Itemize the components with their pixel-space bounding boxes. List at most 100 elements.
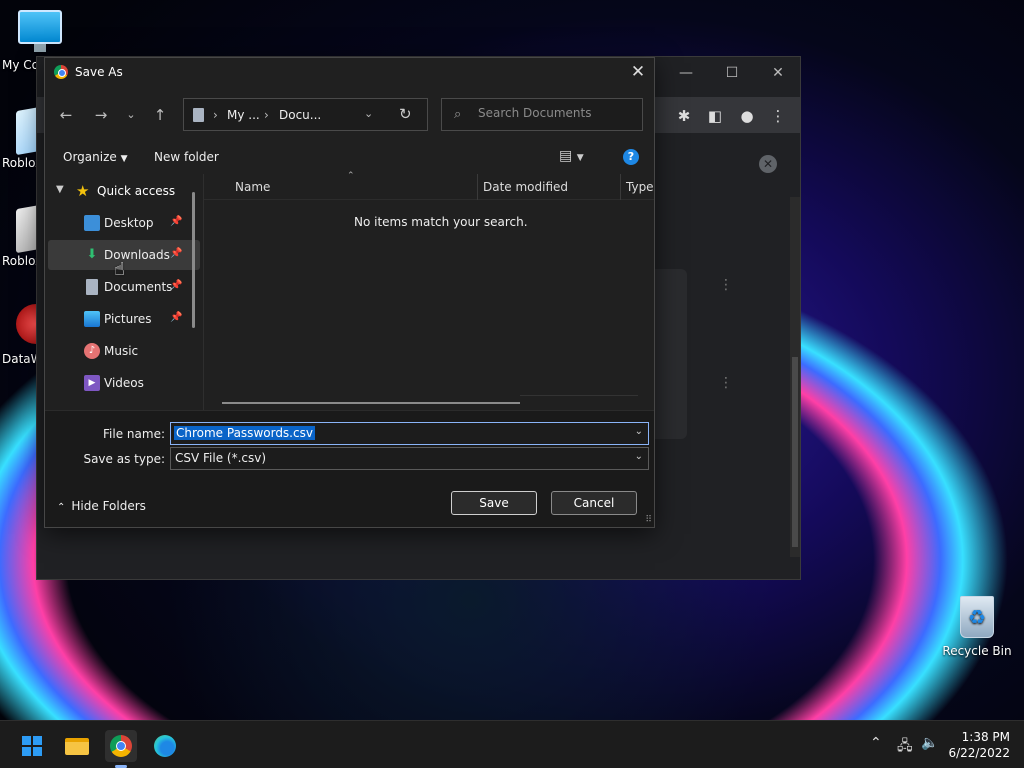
new-folder-button[interactable]: New folder bbox=[154, 150, 219, 164]
breadcrumb-item[interactable]: My ... bbox=[227, 108, 260, 122]
scroll-track bbox=[520, 395, 638, 396]
breadcrumb-item[interactable]: Docu... bbox=[279, 108, 321, 122]
chrome-icon bbox=[54, 65, 68, 79]
clock-date: 6/22/2022 bbox=[948, 746, 1010, 760]
recycle-bin-label: Recycle Bin bbox=[942, 644, 1012, 658]
chevron-down-icon[interactable]: ⌄ bbox=[635, 451, 643, 462]
organize-button[interactable]: Organize ▼ bbox=[63, 150, 128, 164]
navigation-pane: ▼ ★ Quick access Desktop 📌 ⬇ Downloads 📌… bbox=[45, 174, 203, 410]
nav-item-label: Desktop bbox=[104, 216, 154, 230]
refresh-icon[interactable]: ↻ bbox=[399, 105, 412, 123]
desktop-icon-recycle-bin[interactable]: ♻ Recycle Bin bbox=[942, 596, 1012, 658]
dialog-title: Save As bbox=[75, 65, 123, 79]
nav-item-label: Pictures bbox=[104, 312, 152, 326]
organize-label: Organize bbox=[63, 150, 117, 164]
navigation-row: ← → ⌄ ↑ › My ... › Docu... ⌄ ↻ ⌕ bbox=[45, 98, 654, 132]
dialog-close-icon[interactable]: ✕ bbox=[628, 61, 648, 83]
pin-icon: 📌 bbox=[170, 248, 183, 259]
breadcrumb-separator-icon: › bbox=[213, 108, 218, 122]
empty-message: No items match your search. bbox=[354, 215, 528, 229]
column-header-name[interactable]: Name bbox=[235, 180, 270, 194]
music-icon: ♪ bbox=[84, 343, 100, 359]
resize-grip-icon[interactable]: ⠿ bbox=[645, 515, 652, 525]
edge-icon bbox=[154, 735, 176, 757]
view-options-icon[interactable]: ▤ ▼ bbox=[559, 148, 584, 164]
pin-icon: 📌 bbox=[170, 312, 183, 323]
file-list: ⌃ Name Date modified Type No items match… bbox=[204, 171, 654, 410]
clock[interactable]: 1:38 PM 6/22/2022 bbox=[948, 729, 1010, 761]
up-arrow-icon[interactable]: ↑ bbox=[149, 104, 171, 126]
address-bar[interactable]: › My ... › Docu... ⌄ ↻ bbox=[183, 98, 428, 131]
profile-icon[interactable]: ● bbox=[736, 105, 758, 127]
documents-folder-icon bbox=[193, 108, 204, 122]
cancel-button[interactable]: Cancel bbox=[551, 491, 637, 515]
close-icon[interactable]: ✕ bbox=[755, 61, 801, 85]
chrome-taskbar-button[interactable] bbox=[105, 730, 137, 768]
chevron-up-icon: ⌃ bbox=[57, 502, 66, 513]
minimize-icon[interactable]: — bbox=[663, 61, 709, 85]
expand-chevron-icon[interactable]: ▼ bbox=[56, 184, 64, 195]
close-circle-icon[interactable]: ✕ bbox=[759, 155, 777, 173]
menu-icon[interactable]: ⋮ bbox=[767, 105, 789, 127]
horizontal-scrollbar-thumb[interactable] bbox=[222, 402, 520, 404]
file-name-value[interactable]: Chrome Passwords.csv bbox=[174, 426, 315, 440]
pin-icon: 📌 bbox=[170, 216, 183, 227]
file-explorer-button[interactable] bbox=[61, 730, 93, 762]
extensions-icon[interactable]: ✱ bbox=[673, 105, 695, 127]
column-header-date-modified[interactable]: Date modified bbox=[483, 180, 568, 194]
save-options-panel: File name: Chrome Passwords.csv ⌄ Save a… bbox=[45, 410, 654, 527]
search-box[interactable]: ⌕ bbox=[441, 98, 643, 131]
document-icon bbox=[86, 279, 98, 295]
folder-icon bbox=[65, 738, 89, 755]
column-header-type[interactable]: Type bbox=[626, 180, 654, 194]
chevron-down-icon[interactable]: ⌄ bbox=[635, 426, 643, 437]
nav-item-desktop[interactable]: Desktop 📌 bbox=[48, 208, 200, 238]
address-dropdown-chevron-icon[interactable]: ⌄ bbox=[364, 107, 373, 120]
nav-item-pictures[interactable]: Pictures 📌 bbox=[48, 304, 200, 334]
file-name-field[interactable]: Chrome Passwords.csv ⌄ bbox=[170, 422, 649, 445]
save-as-type-value: CSV File (*.csv) bbox=[175, 451, 267, 465]
maximize-icon[interactable]: ☐ bbox=[709, 61, 755, 85]
save-as-type-select[interactable]: CSV File (*.csv) ⌄ bbox=[170, 447, 649, 470]
forward-arrow-icon[interactable]: → bbox=[90, 104, 112, 126]
nav-item-videos[interactable]: ▶ Videos bbox=[48, 368, 200, 398]
edge-taskbar-button[interactable] bbox=[149, 730, 181, 762]
show-hidden-icons-chevron-icon[interactable]: ⌃ bbox=[870, 735, 882, 751]
hide-folders-label: Hide Folders bbox=[71, 499, 146, 513]
hide-folders-button[interactable]: ⌃ Hide Folders bbox=[57, 499, 146, 513]
start-button[interactable] bbox=[16, 730, 48, 762]
back-arrow-icon[interactable]: ← bbox=[55, 104, 77, 126]
nav-scrollbar-thumb[interactable] bbox=[192, 192, 195, 328]
nav-item-label: Music bbox=[104, 344, 139, 358]
column-separator[interactable] bbox=[477, 174, 478, 200]
recent-locations-chevron-icon[interactable]: ⌄ bbox=[120, 104, 142, 126]
column-separator[interactable] bbox=[620, 174, 621, 200]
star-icon: ★ bbox=[76, 182, 90, 200]
chrome-icon bbox=[110, 735, 132, 757]
desktop-icon bbox=[84, 215, 100, 231]
nav-item-music[interactable]: ♪ Music bbox=[48, 336, 200, 366]
browser-scrollbar[interactable] bbox=[790, 197, 800, 557]
command-bar: Organize ▼ New folder ▤ ▼ ? bbox=[45, 144, 654, 172]
network-icon[interactable]: 🖧 bbox=[897, 735, 913, 759]
help-icon[interactable]: ? bbox=[623, 149, 639, 165]
scrollbar-thumb[interactable] bbox=[792, 357, 798, 547]
chevron-down-icon: ▼ bbox=[120, 154, 128, 164]
quick-access-label: Quick access bbox=[97, 184, 176, 198]
save-button[interactable]: Save bbox=[451, 491, 537, 515]
windows-logo-icon bbox=[22, 736, 42, 756]
videos-icon: ▶ bbox=[84, 375, 100, 391]
quick-access-item[interactable]: ▼ ★ Quick access bbox=[48, 176, 200, 206]
more-options-icon[interactable]: ⋮ bbox=[719, 375, 733, 391]
search-icon: ⌕ bbox=[454, 107, 462, 122]
dialog-titlebar[interactable]: Save As ✕ bbox=[45, 58, 654, 86]
more-options-icon[interactable]: ⋮ bbox=[719, 277, 733, 293]
search-input[interactable] bbox=[478, 106, 628, 120]
recycle-bin-icon: ♻ bbox=[960, 596, 994, 638]
breadcrumb-separator-icon: › bbox=[264, 108, 269, 122]
side-panel-icon[interactable]: ◧ bbox=[704, 105, 726, 127]
monitor-icon bbox=[18, 10, 62, 52]
volume-icon[interactable]: 🔈 bbox=[921, 735, 938, 751]
nav-item-label: Documents bbox=[104, 280, 173, 294]
column-header-row: ⌃ Name Date modified Type bbox=[204, 171, 654, 200]
